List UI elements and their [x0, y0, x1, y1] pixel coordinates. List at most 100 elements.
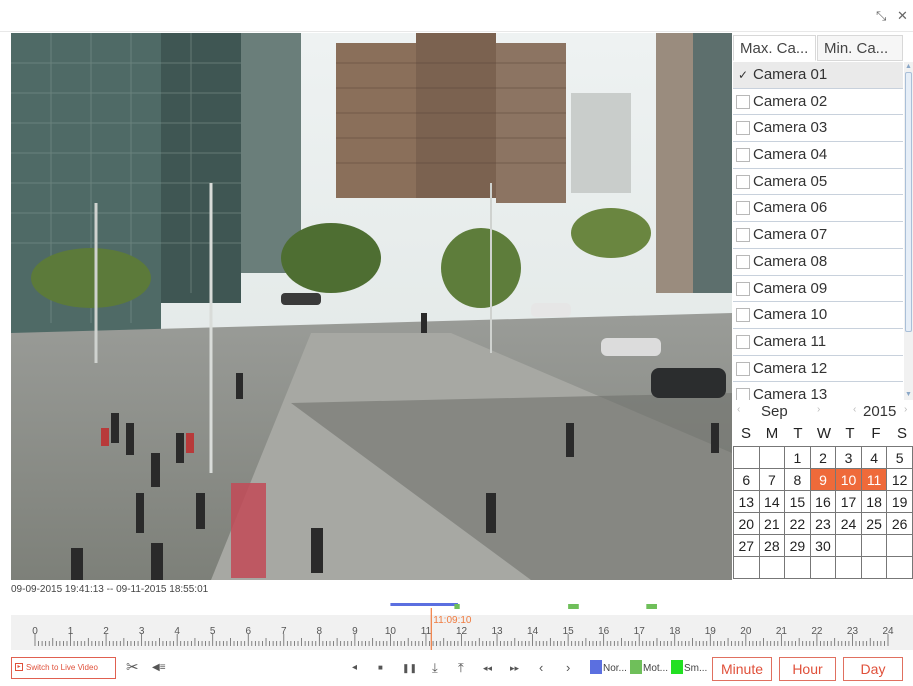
- camera-item[interactable]: Camera 02: [733, 89, 903, 116]
- camera-label: Camera 13: [753, 386, 828, 400]
- next-year-icon[interactable]: ›: [904, 404, 907, 415]
- calendar-day[interactable]: 5: [886, 446, 913, 469]
- tab-max-camera[interactable]: Max. Ca...: [733, 35, 816, 61]
- legend-motion-label: Mot...: [643, 663, 669, 674]
- prev-month-icon[interactable]: ‹: [737, 404, 740, 415]
- camera-checkbox[interactable]: [736, 281, 750, 296]
- calendar-day[interactable]: 25: [860, 512, 888, 535]
- tab-min-camera[interactable]: Min. Ca...: [817, 35, 903, 61]
- calendar-day[interactable]: 8: [784, 468, 811, 491]
- calendar-day[interactable]: 23: [809, 512, 837, 535]
- calendar-day[interactable]: 12: [886, 468, 913, 491]
- video-frame: [11, 33, 732, 580]
- hour-tick-label: 18: [669, 626, 681, 637]
- camera-item[interactable]: Camera 05: [733, 169, 903, 196]
- camera-checkbox[interactable]: [736, 148, 750, 163]
- volume-icon[interactable]: ◀≡: [152, 660, 166, 676]
- scroll-down-icon[interactable]: ▼: [904, 390, 913, 400]
- scroll-up-icon[interactable]: ▲: [904, 62, 913, 72]
- calendar-day[interactable]: 22: [784, 512, 811, 535]
- clip-icon[interactable]: ✂: [126, 660, 139, 676]
- calendar-day[interactable]: 3: [835, 446, 862, 469]
- next-segment-icon[interactable]: ›: [566, 660, 570, 676]
- calendar-day[interactable]: 4: [860, 446, 888, 469]
- camera-checkbox[interactable]: [736, 174, 750, 189]
- camera-checkbox[interactable]: [736, 94, 750, 109]
- camera-item[interactable]: Camera 11: [733, 329, 903, 356]
- camera-checkbox[interactable]: [736, 201, 750, 216]
- legend-normal: Nor...: [590, 660, 627, 676]
- weekday-label: T: [793, 425, 803, 442]
- close-icon[interactable]: ✕: [897, 9, 908, 22]
- rewind-icon[interactable]: ◂◂: [483, 660, 492, 676]
- calendar-day[interactable]: 26: [886, 512, 913, 535]
- calendar-day[interactable]: 24: [835, 512, 862, 535]
- hour-tick-label: 20: [740, 626, 752, 637]
- weekday-label: W: [816, 425, 832, 442]
- calendar-day[interactable]: 21: [758, 512, 786, 535]
- calendar-day[interactable]: 19: [886, 490, 913, 513]
- calendar-day[interactable]: 7: [758, 468, 786, 491]
- next-month-icon[interactable]: ›: [817, 404, 820, 415]
- fullscreen-icon[interactable]: ⤡: [876, 9, 886, 22]
- camera-item[interactable]: Camera 10: [733, 302, 903, 329]
- prev-frame-icon[interactable]: ◂: [352, 660, 357, 676]
- camera-item[interactable]: Camera 13: [733, 382, 903, 400]
- calendar-day[interactable]: 17: [835, 490, 862, 513]
- stop-icon[interactable]: ■: [378, 660, 383, 676]
- hour-button[interactable]: Hour: [779, 657, 836, 681]
- camera-item[interactable]: Camera 04: [733, 142, 903, 169]
- camera-checkbox[interactable]: [736, 361, 750, 376]
- pause-icon[interactable]: ❚❚: [402, 660, 417, 676]
- calendar-day[interactable]: 10: [835, 468, 862, 491]
- camera-checkbox[interactable]: [736, 334, 750, 349]
- timeline-ruler[interactable]: 0 1 2 3 4 5 6 7 8 9 10 11 12 13 14 15 16 17 18 19 20 21 22 23 24…: [11, 598, 913, 650]
- camera-checkbox[interactable]: ✓: [736, 68, 750, 82]
- camera-item[interactable]: Camera 12: [733, 356, 903, 383]
- title-bar: ⤡ ✕: [0, 0, 913, 32]
- calendar-day[interactable]: 13: [733, 490, 760, 513]
- camera-item[interactable]: Camera 03: [733, 115, 903, 143]
- calendar-day[interactable]: 14: [758, 490, 786, 513]
- weekday-label: S: [896, 425, 907, 442]
- day-button[interactable]: Day: [843, 657, 903, 681]
- forward-icon[interactable]: ▸▸: [510, 660, 519, 676]
- calendar-day[interactable]: 16: [809, 490, 837, 513]
- calendar-day[interactable]: 11: [860, 468, 888, 491]
- camera-item[interactable]: ✓ Camera 01: [733, 62, 903, 89]
- calendar-day[interactable]: 18: [860, 490, 888, 513]
- camera-item[interactable]: Camera 07: [733, 222, 903, 249]
- prev-year-icon[interactable]: ‹: [853, 404, 856, 415]
- calendar-day[interactable]: 27: [733, 534, 760, 557]
- time-range-label: 09-09-2015 19:41:13 -- 09-11-2015 18:55:…: [11, 584, 209, 595]
- calendar-day[interactable]: 9: [809, 468, 837, 491]
- timeline[interactable]: 0 1 2 3 4 5 6 7 8 9 10 11 12 13 14 15 16 17 18 19 20 21 22 23 24…: [11, 598, 913, 650]
- prev-segment-icon[interactable]: ‹: [539, 660, 543, 676]
- calendar-day[interactable]: 20: [733, 512, 760, 535]
- camera-checkbox[interactable]: [736, 121, 750, 136]
- weekday-label: M: [765, 425, 779, 442]
- calendar-day[interactable]: 28: [758, 534, 786, 557]
- calendar-day[interactable]: 1: [784, 446, 811, 469]
- camera-item[interactable]: Camera 06: [733, 195, 903, 223]
- slow-forward-icon[interactable]: ⤓: [432, 660, 438, 676]
- minute-button[interactable]: Minute: [712, 657, 772, 681]
- calendar-day[interactable]: 2: [809, 446, 837, 469]
- camera-checkbox[interactable]: [736, 254, 750, 269]
- video-player[interactable]: [11, 33, 732, 580]
- calendar-day[interactable]: 15: [784, 490, 811, 513]
- camera-list-scrollbar[interactable]: ▲ ▼: [904, 62, 913, 400]
- calendar-day[interactable]: 6: [733, 468, 760, 491]
- calendar-day[interactable]: 30: [809, 534, 837, 557]
- camera-checkbox[interactable]: [736, 308, 750, 323]
- switch-to-live-button[interactable]: ▸ Switch to Live Video: [11, 657, 116, 679]
- scrollbar-thumb[interactable]: [905, 72, 912, 332]
- camera-item[interactable]: Camera 08: [733, 249, 903, 276]
- camera-checkbox[interactable]: [736, 228, 750, 243]
- camera-label: Camera 10: [753, 306, 828, 324]
- camera-checkbox[interactable]: [736, 388, 750, 400]
- fast-forward-icon[interactable]: ⤒: [458, 660, 464, 676]
- calendar-day[interactable]: 29: [784, 534, 811, 557]
- calendar-month: Sep: [761, 403, 788, 420]
- camera-item[interactable]: Camera 09: [733, 276, 903, 303]
